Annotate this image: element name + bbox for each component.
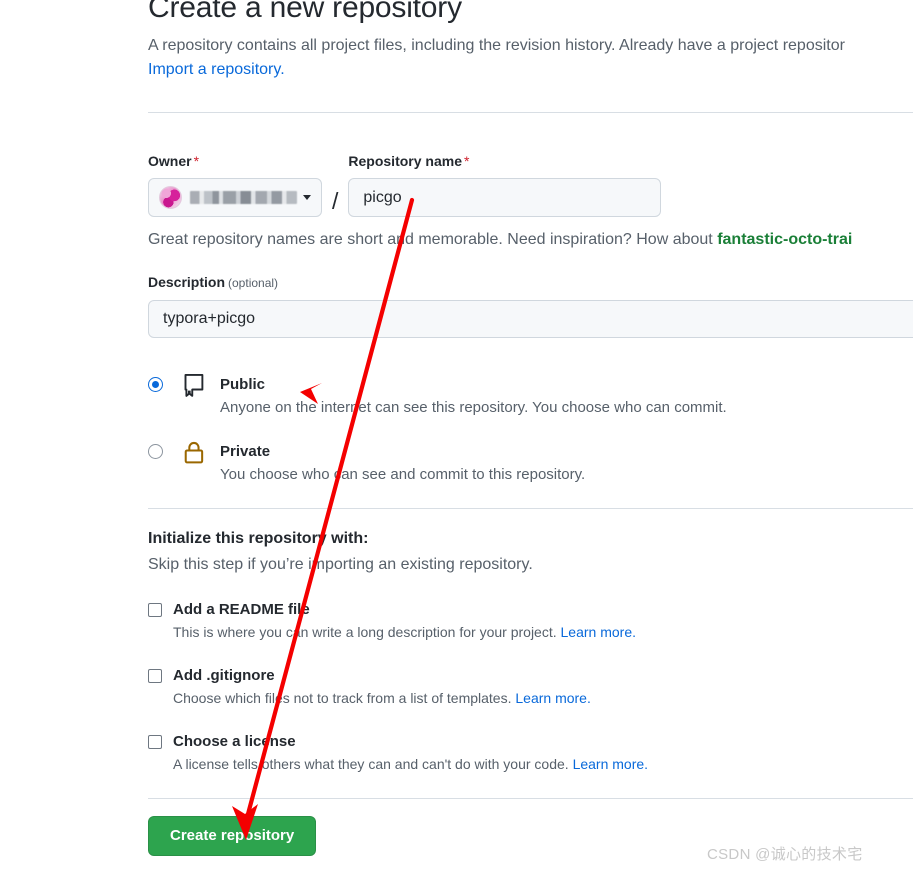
page-subtitle-text: A repository contains all project files,… <box>148 37 845 54</box>
visibility-private-title: Private <box>220 443 271 460</box>
visibility-section: Public Anyone on the internet can see th… <box>148 372 913 486</box>
description-optional-label: (optional) <box>228 276 279 290</box>
page-subtitle: A repository contains all project files,… <box>148 34 913 58</box>
checkbox-gitignore-text: Add .gitignore <box>173 665 913 686</box>
repo-name-input[interactable] <box>348 178 662 217</box>
readme-learn-more-link[interactable]: Learn more. <box>561 624 636 640</box>
import-repository-line: Import a repository. <box>148 58 913 82</box>
csdn-watermark: CSDN @诚心的技术宅 <box>707 846 863 863</box>
owner-required-mark: * <box>193 153 200 169</box>
chevron-down-icon <box>303 195 311 200</box>
checkbox-gitignore-title: Add .gitignore <box>173 667 275 684</box>
owner-name-redacted <box>190 191 297 204</box>
checkbox-readme-title: Add a README file <box>173 601 310 618</box>
create-repository-page: Create a new repository A repository con… <box>0 0 913 875</box>
checkbox-readme-desc: This is where you can write a long descr… <box>173 622 913 643</box>
description-input[interactable] <box>148 300 913 338</box>
checkbox-license-text: Choose a license <box>173 731 913 752</box>
visibility-option-private[interactable]: Private You choose who can see and commi… <box>148 441 913 486</box>
book-icon <box>181 372 208 404</box>
user-avatar-icon <box>159 186 182 209</box>
gitignore-learn-more-link[interactable]: Learn more. <box>515 690 590 706</box>
repo-name-group: Repository name * <box>348 151 913 217</box>
checkbox-readme-text: Add a README file <box>173 599 913 620</box>
repo-name-hint-text: Great repository names are short and mem… <box>148 231 718 248</box>
owner-label: Owner * <box>148 151 322 171</box>
form-container: Create a new repository A repository con… <box>148 0 913 856</box>
repo-name-required-mark: * <box>463 153 470 169</box>
checkbox-readme[interactable] <box>148 603 162 617</box>
checkbox-row-gitignore[interactable]: Add .gitignore <box>148 665 913 686</box>
divider-top <box>148 112 913 113</box>
owner-group: Owner * <box>148 151 322 217</box>
create-repository-button[interactable]: Create repository <box>148 816 317 856</box>
owner-repo-row: Owner * / Repository name * <box>148 151 913 217</box>
visibility-option-public[interactable]: Public Anyone on the internet can see th… <box>148 372 913 419</box>
radio-private[interactable] <box>148 444 163 459</box>
initialize-subtitle: Skip this step if you’re importing an ex… <box>148 556 533 573</box>
checkbox-row-license[interactable]: Choose a license <box>148 731 913 752</box>
lock-icon <box>181 439 208 471</box>
visibility-private-text: Private You choose who can see and commi… <box>220 441 913 486</box>
owner-select[interactable] <box>148 178 322 217</box>
divider-bottom <box>148 798 913 799</box>
owner-label-text: Owner <box>148 153 192 169</box>
initialize-title: Initialize this repository with: <box>148 530 369 547</box>
license-learn-more-link[interactable]: Learn more. <box>573 756 648 772</box>
radio-public[interactable] <box>148 377 163 392</box>
repo-name-suggestion-link[interactable]: fantastic-octo-trai <box>717 231 852 248</box>
repo-name-label: Repository name * <box>348 151 913 171</box>
checkbox-gitignore-desc-text: Choose which files not to track from a l… <box>173 690 516 706</box>
repo-name-label-text: Repository name <box>348 153 462 169</box>
owner-repo-separator: / <box>332 188 339 214</box>
checkbox-license-desc: A license tells others what they can and… <box>173 754 913 775</box>
checkbox-gitignore[interactable] <box>148 669 162 683</box>
initialize-section: Initialize this repository with: Skip th… <box>148 527 913 775</box>
repo-name-input-wrap <box>348 178 913 217</box>
checkbox-license-title: Choose a license <box>173 733 296 750</box>
visibility-public-title: Public <box>220 376 266 393</box>
checkbox-gitignore-desc: Choose which files not to track from a l… <box>173 688 913 709</box>
visibility-private-desc: You choose who can see and commit to thi… <box>220 466 586 483</box>
visibility-public-desc: Anyone on the internet can see this repo… <box>220 399 727 416</box>
checkbox-license[interactable] <box>148 735 162 749</box>
description-label: Description <box>148 274 226 290</box>
checkbox-license-desc-text: A license tells others what they can and… <box>173 756 573 772</box>
visibility-public-text: Public Anyone on the internet can see th… <box>220 374 913 419</box>
divider-middle <box>148 508 913 509</box>
description-block: Description (optional) <box>148 274 913 338</box>
import-repository-link[interactable]: Import a repository. <box>148 61 285 78</box>
page-title: Create a new repository <box>148 0 462 24</box>
checkbox-readme-desc-text: This is where you can write a long descr… <box>173 624 561 640</box>
checkbox-row-readme[interactable]: Add a README file <box>148 599 913 620</box>
repo-name-hint: Great repository names are short and mem… <box>148 228 913 252</box>
